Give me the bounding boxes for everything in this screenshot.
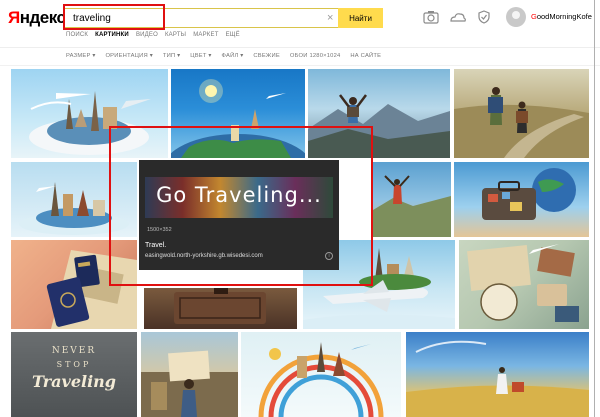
divider — [0, 47, 600, 48]
search-highlight-box — [63, 4, 165, 30]
thumbnail-traveler-cliff[interactable] — [373, 162, 451, 237]
thumbnail-never-stop-traveling[interactable]: NEVER STOP Traveling — [11, 332, 137, 417]
thumbnail-suitcase-globe[interactable] — [454, 162, 589, 237]
thumb-text-traveling: Traveling — [32, 372, 116, 391]
filter-on-site[interactable]: НА САЙТЕ — [350, 53, 381, 59]
filter-wallpaper[interactable]: ОБОИ 1280×1024 — [290, 53, 341, 59]
image-dimensions: 1500×352 — [147, 227, 172, 233]
camera-icon[interactable] — [423, 10, 439, 24]
tab-images[interactable]: КАРТИНКИ — [95, 32, 129, 38]
filter-bar: РАЗМЕР ▾ ОРИЕНТАЦИЯ ▾ ТИП ▾ ЦВЕТ ▾ ФАЙЛ … — [66, 53, 381, 59]
thumbnail-travel-accessories[interactable] — [459, 240, 589, 329]
search-button[interactable]: Найти — [338, 8, 383, 28]
preview-image-text: Go Traveling... — [156, 183, 322, 207]
image-title[interactable]: Travel. — [145, 242, 166, 249]
thumbnail-girl-map[interactable] — [141, 332, 238, 417]
tab-more[interactable]: ЕЩЁ — [226, 32, 240, 38]
page: Яндекс × Найти GoodMorningKofe ПОИСК КАР… — [0, 0, 600, 417]
thumb-text-never: NEVER — [51, 346, 97, 356]
filter-file[interactable]: ФАЙЛ ▾ — [222, 53, 244, 59]
tab-search[interactable]: ПОИСК — [66, 32, 88, 38]
filter-color[interactable]: ЦВЕТ ▾ — [190, 53, 211, 59]
avatar[interactable] — [506, 7, 526, 27]
service-tabs: ПОИСК КАРТИНКИ ВИДЕО КАРТЫ МАРКЕТ ЕЩЁ — [66, 32, 240, 38]
tab-maps[interactable]: КАРТЫ — [165, 32, 186, 38]
yandex-logo[interactable]: Яндекс — [8, 8, 66, 28]
window-edge — [594, 0, 595, 417]
divider — [0, 65, 600, 66]
thumb-text-stop: STOP — [56, 360, 92, 369]
image-preview-card[interactable]: Go Traveling... 1500×352 Travel. easingw… — [139, 160, 339, 270]
preview-image[interactable]: Go Traveling... — [145, 177, 333, 218]
clear-icon[interactable]: × — [327, 12, 333, 24]
filter-fresh[interactable]: СВЕЖИЕ — [253, 53, 280, 59]
filter-type[interactable]: ТИП ▾ — [163, 53, 180, 59]
thumbnail-hiking-couple[interactable] — [454, 69, 589, 158]
shield-icon[interactable] — [477, 10, 491, 24]
thumbnail-girl-field-suitcase[interactable] — [406, 332, 589, 417]
tab-market[interactable]: МАРКЕТ — [193, 32, 218, 38]
tab-video[interactable]: ВИДЕО — [136, 32, 158, 38]
cloud-icon[interactable] — [449, 10, 467, 24]
image-source-url[interactable]: easingwold.north-yorkshire.gb.wisedesi.c… — [145, 253, 263, 259]
info-icon[interactable]: i — [325, 252, 333, 260]
filter-size[interactable]: РАЗМЕР ▾ — [66, 53, 95, 59]
thumbnail-landmarks-arc[interactable] — [241, 332, 401, 417]
thumbnail-vintage-suitcase[interactable] — [144, 288, 297, 329]
username[interactable]: GoodMorningKofe — [531, 12, 592, 21]
filter-orientation[interactable]: ОРИЕНТАЦИЯ ▾ — [105, 53, 152, 59]
